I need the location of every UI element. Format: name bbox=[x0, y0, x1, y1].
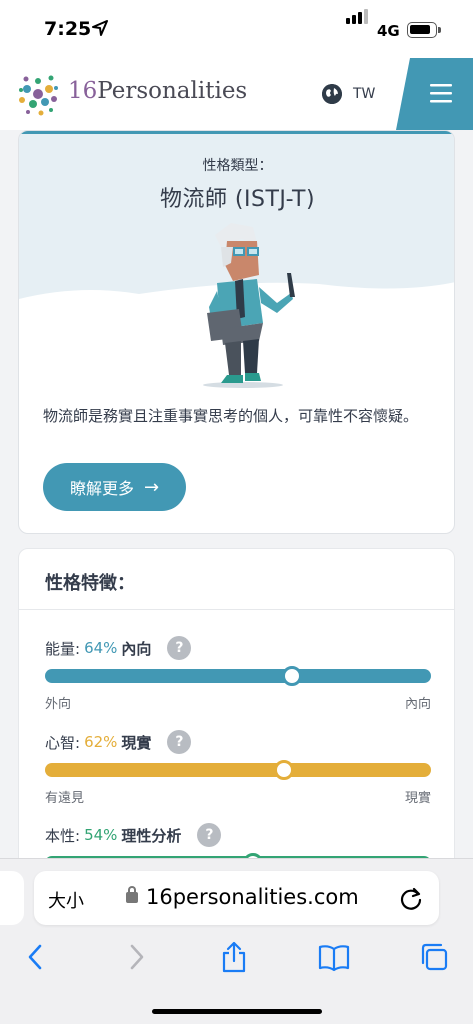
logo-dots-icon[interactable] bbox=[14, 70, 62, 118]
trait-name: 能量: bbox=[45, 639, 81, 658]
help-question-icon[interactable]: ? bbox=[197, 823, 222, 847]
previous-tab-preview[interactable] bbox=[0, 871, 24, 925]
personality-type-card: 性格類型： 物流師 (ISTJ-T) 物流師是務實且注重事實思考的個人，可靠性不… bbox=[18, 130, 455, 534]
globe-icon[interactable] bbox=[322, 84, 342, 104]
learn-more-label: 瞭解更多 bbox=[69, 479, 134, 498]
traits-heading: 性格特徵： bbox=[45, 573, 135, 594]
trait-right-label: 現實 bbox=[404, 791, 431, 806]
share-icon[interactable] bbox=[218, 941, 250, 973]
url-text[interactable]: 16personalities.com bbox=[146, 885, 359, 909]
trait-energy: 能量: 64% 內向 ? 外向 內向 bbox=[45, 635, 431, 712]
text-size-button[interactable]: 大小 bbox=[48, 887, 84, 913]
trait-name: 本性: bbox=[45, 826, 81, 845]
network-type: 4G bbox=[377, 22, 400, 40]
reload-icon[interactable] bbox=[398, 885, 424, 911]
type-description: 物流師是務實且注重事實思考的個人，可靠性不容懷疑。 bbox=[43, 407, 419, 425]
address-bar[interactable]: 大小 16personalities.com bbox=[34, 871, 439, 925]
trait-bar-knob bbox=[274, 760, 295, 780]
trait-bar bbox=[45, 760, 431, 780]
tabs-icon[interactable] bbox=[418, 941, 450, 973]
trait-left-label: 有遠見 bbox=[45, 791, 85, 806]
help-question-icon[interactable]: ? bbox=[167, 730, 192, 754]
trait-percent: 62% bbox=[84, 733, 118, 751]
browser-chrome: 大小 16personalities.com bbox=[0, 858, 473, 1024]
bookmarks-book-icon[interactable] bbox=[318, 941, 350, 973]
forward-chevron-icon[interactable] bbox=[120, 941, 152, 973]
status-time: 7:25 bbox=[44, 18, 92, 40]
help-question-icon[interactable]: ? bbox=[167, 636, 192, 660]
back-chevron-icon[interactable] bbox=[20, 941, 52, 973]
personality-traits-card: 性格特徵： 能量: 64% 內向 ? 外向 內向 心智: 62% 現實 ? 有遠… bbox=[18, 548, 455, 878]
logistician-avatar-icon bbox=[203, 223, 295, 388]
language-selector[interactable]: TW bbox=[353, 86, 375, 102]
location-arrow-icon bbox=[92, 20, 108, 36]
trait-right-label: 內向 bbox=[404, 697, 431, 712]
status-bar: 7:25 4G bbox=[0, 0, 473, 58]
trait-bar-knob bbox=[282, 666, 303, 686]
brand-logo[interactable]: 16Personalities bbox=[68, 78, 247, 104]
trait-name: 心智: bbox=[45, 733, 81, 752]
type-label: 性格類型： bbox=[202, 158, 273, 174]
trait-type: 現實 bbox=[121, 733, 152, 752]
type-title: 物流師 (ISTJ-T) bbox=[159, 187, 316, 212]
battery-icon bbox=[407, 22, 441, 38]
trait-mind: 心智: 62% 現實 ? 有遠見 現實 bbox=[45, 729, 431, 806]
hamburger-menu-icon bbox=[396, 58, 473, 130]
trait-left-label: 外向 bbox=[45, 697, 72, 712]
trait-bar bbox=[45, 666, 431, 686]
trait-percent: 64% bbox=[84, 639, 118, 657]
home-indicator bbox=[152, 1009, 322, 1014]
site-header: 16Personalities TW bbox=[0, 58, 473, 130]
browser-toolbar bbox=[0, 933, 473, 979]
divider bbox=[19, 609, 454, 610]
lock-icon bbox=[126, 886, 138, 903]
brand-name: Personalities bbox=[97, 78, 248, 104]
trait-type: 理性分析 bbox=[121, 826, 182, 845]
arrow-right-icon: → bbox=[143, 476, 160, 498]
menu-button[interactable] bbox=[396, 58, 473, 130]
learn-more-button[interactable]: 瞭解更多 → bbox=[43, 463, 186, 511]
brand-number: 16 bbox=[68, 78, 98, 104]
trait-type: 內向 bbox=[121, 639, 152, 658]
trait-percent: 54% bbox=[84, 826, 118, 844]
